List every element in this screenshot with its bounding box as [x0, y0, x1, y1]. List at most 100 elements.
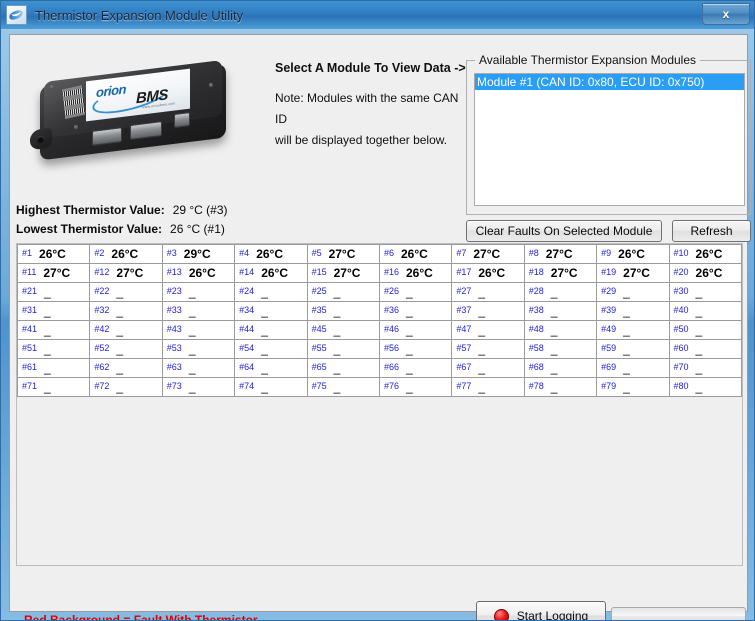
thermistor-cell[interactable]: #63 _: [161, 358, 236, 378]
thermistor-cell[interactable]: #76 _: [378, 377, 453, 397]
refresh-button[interactable]: Refresh: [672, 220, 751, 242]
thermistor-cell[interactable]: #71 _: [16, 377, 91, 397]
thermistor-cell-id: #8: [528, 248, 539, 258]
thermistor-cell[interactable]: #58 _: [523, 339, 598, 359]
thermistor-cell[interactable]: #80 _: [668, 377, 743, 397]
thermistor-cell-id: #39: [601, 305, 617, 315]
thermistor-cell[interactable]: #11 27°C: [16, 263, 91, 283]
thermistor-cell[interactable]: #7 27°C: [451, 244, 525, 264]
thermistor-cell[interactable]: #59 _: [596, 339, 670, 359]
thermistor-cell[interactable]: #27 _: [451, 282, 525, 302]
thermistor-cell[interactable]: #10 26°C: [668, 244, 743, 264]
thermistor-cell[interactable]: #3 29°C: [161, 244, 236, 264]
thermistor-cell[interactable]: #79 _: [596, 377, 670, 397]
thermistor-cell[interactable]: #68 _: [523, 358, 598, 378]
thermistor-cell[interactable]: #60 _: [668, 339, 743, 359]
thermistor-cell[interactable]: #64 _: [234, 358, 308, 378]
thermistor-cell[interactable]: #40 _: [668, 301, 743, 321]
thermistor-cell[interactable]: #29 _: [596, 282, 670, 302]
thermistor-cell-id: #32: [94, 305, 110, 315]
thermistor-cell[interactable]: #32 _: [89, 301, 163, 321]
thermistor-cell[interactable]: #36 _: [378, 301, 453, 321]
thermistor-cell[interactable]: #9 26°C: [596, 244, 670, 264]
thermistor-cell[interactable]: #56 _: [378, 339, 453, 359]
thermistor-cell[interactable]: #38 _: [523, 301, 598, 321]
thermistor-cell[interactable]: #69 _: [596, 358, 670, 378]
thermistor-cell[interactable]: #12 27°C: [89, 263, 163, 283]
thermistor-cell-value: _: [116, 380, 124, 394]
thermistor-cell[interactable]: #50 _: [668, 320, 743, 340]
thermistor-cell[interactable]: #33 _: [161, 301, 236, 321]
thermistor-cell[interactable]: #14 26°C: [234, 263, 308, 283]
thermistor-cell[interactable]: #66 _: [378, 358, 453, 378]
thermistor-cell[interactable]: #51 _: [16, 339, 91, 359]
thermistor-cell[interactable]: #54 _: [234, 339, 308, 359]
thermistor-cell[interactable]: #47 _: [451, 320, 525, 340]
thermistor-cell[interactable]: #73 _: [161, 377, 236, 397]
thermistor-cell[interactable]: #78 _: [523, 377, 598, 397]
thermistor-cell[interactable]: #48 _: [523, 320, 598, 340]
thermistor-cell-value: _: [405, 323, 413, 337]
thermistor-cell[interactable]: #34 _: [234, 301, 308, 321]
thermistor-cell[interactable]: #30 _: [668, 282, 743, 302]
thermistor-cell[interactable]: #26 _: [378, 282, 453, 302]
thermistor-cell[interactable]: #22 _: [89, 282, 163, 302]
thermistor-cell[interactable]: #13 26°C: [161, 263, 236, 283]
thermistor-cell[interactable]: #21 _: [16, 282, 91, 302]
thermistor-cell[interactable]: #19 27°C: [596, 263, 670, 283]
thermistor-cell[interactable]: #57 _: [451, 339, 525, 359]
thermistor-cell[interactable]: #42 _: [89, 320, 163, 340]
thermistor-cell-id: #69: [601, 362, 617, 372]
thermistor-cell[interactable]: #16 26°C: [378, 263, 453, 283]
thermistor-cell[interactable]: #15 27°C: [306, 263, 380, 283]
list-item[interactable]: Module #1 (CAN ID: 0x80, ECU ID: 0x750): [475, 74, 744, 90]
thermistor-cell[interactable]: #1 26°C: [16, 244, 91, 264]
thermistor-cell[interactable]: #74 _: [234, 377, 308, 397]
thermistor-cell[interactable]: #46 _: [378, 320, 453, 340]
device-photo: orion BMS www.orionbms.com: [24, 57, 244, 175]
thermistor-cell[interactable]: #6 26°C: [378, 244, 453, 264]
thermistor-cell[interactable]: #37 _: [451, 301, 525, 321]
thermistor-cell[interactable]: #28 _: [523, 282, 598, 302]
thermistor-cell[interactable]: #31 _: [16, 301, 91, 321]
thermistor-cell-value: _: [478, 342, 486, 356]
thermistor-cell[interactable]: #70 _: [668, 358, 743, 378]
start-logging-button[interactable]: Start Logging: [476, 601, 606, 620]
thermistor-cell[interactable]: #61 _: [16, 358, 91, 378]
thermistor-cell[interactable]: #67 _: [451, 358, 525, 378]
thermistor-cell-id: #75: [311, 381, 327, 391]
thermistor-cell[interactable]: #45 _: [306, 320, 380, 340]
thermistor-cell[interactable]: #43 _: [161, 320, 236, 340]
thermistor-cell[interactable]: #8 27°C: [523, 244, 598, 264]
module-list[interactable]: Module #1 (CAN ID: 0x80, ECU ID: 0x750): [474, 73, 745, 206]
thermistor-cell[interactable]: #5 27°C: [306, 244, 380, 264]
thermistor-cell[interactable]: #17 26°C: [451, 263, 525, 283]
thermistor-cell[interactable]: #72 _: [89, 377, 163, 397]
thermistor-cell[interactable]: #41 _: [16, 320, 91, 340]
thermistor-cell-value: _: [550, 361, 558, 375]
close-button[interactable]: x: [702, 3, 750, 25]
thermistor-cell[interactable]: #62 _: [89, 358, 163, 378]
thermistor-cell[interactable]: #25 _: [306, 282, 380, 302]
thermistor-cell[interactable]: #53 _: [161, 339, 236, 359]
thermistor-cell[interactable]: #2 26°C: [89, 244, 163, 264]
thermistor-cell[interactable]: #18 27°C: [523, 263, 598, 283]
thermistor-cell-value: _: [188, 304, 196, 318]
thermistor-cell[interactable]: #24 _: [234, 282, 308, 302]
thermistor-cell[interactable]: #75 _: [306, 377, 380, 397]
thermistor-cell[interactable]: #39 _: [596, 301, 670, 321]
thermistor-cell[interactable]: #49 _: [596, 320, 670, 340]
thermistor-cell[interactable]: #35 _: [306, 301, 380, 321]
thermistor-cell[interactable]: #55 _: [306, 339, 380, 359]
clear-faults-button[interactable]: Clear Faults On Selected Module: [466, 220, 662, 242]
thermistor-cell[interactable]: #23 _: [161, 282, 236, 302]
thermistor-cell-id: #29: [601, 286, 617, 296]
thermistor-cell-value: _: [550, 323, 558, 337]
thermistor-cell[interactable]: #20 26°C: [668, 263, 743, 283]
thermistor-cell[interactable]: #65 _: [306, 358, 380, 378]
thermistor-cell[interactable]: #44 _: [234, 320, 308, 340]
thermistor-cell[interactable]: #52 _: [89, 339, 163, 359]
thermistor-cell-value: _: [261, 323, 268, 337]
thermistor-cell[interactable]: #77 _: [451, 377, 525, 397]
thermistor-cell[interactable]: #4 26°C: [234, 244, 308, 264]
